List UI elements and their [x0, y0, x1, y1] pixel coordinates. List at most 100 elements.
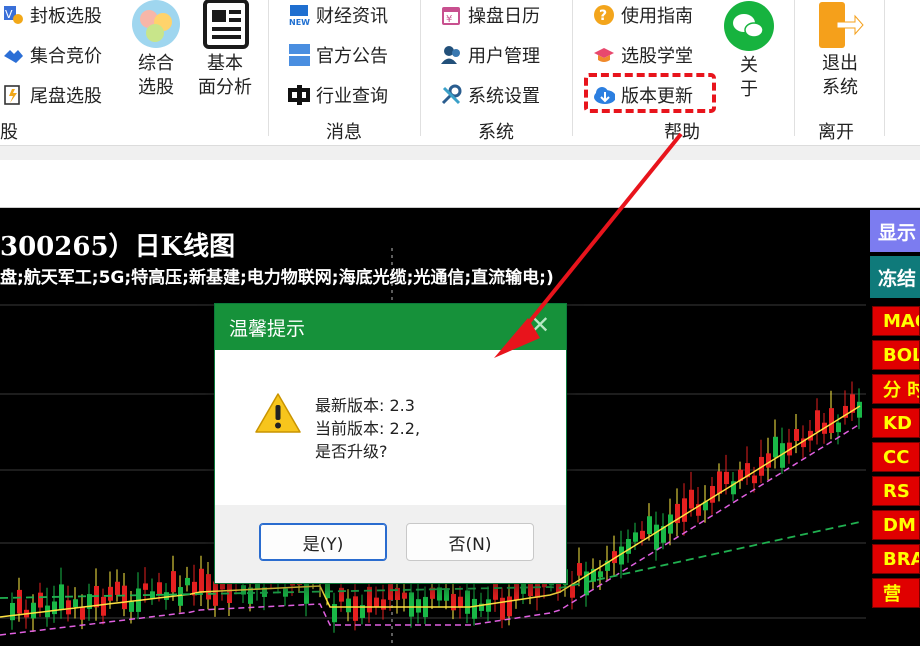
candle-body	[640, 530, 645, 539]
late-market-icon	[2, 84, 24, 106]
candle-body	[654, 524, 659, 550]
users-icon	[440, 44, 462, 66]
ribbon-item-user-guide[interactable]: ? 使用指南	[593, 2, 693, 28]
candle-body	[647, 516, 652, 535]
chart-title: 300265）日K线图	[0, 232, 236, 262]
candle-body	[157, 582, 162, 595]
ribbon-item-label: 行业查询	[316, 86, 388, 107]
composite-select-label-2: 选股	[138, 77, 174, 98]
version-update-highlight	[584, 73, 716, 113]
indicator-boll-button[interactable]: BOL	[872, 340, 920, 370]
svg-text:?: ?	[599, 8, 607, 24]
news-icon: NEW	[288, 4, 310, 26]
about-button[interactable]: 关 于	[722, 0, 776, 102]
indicator-revenue-button[interactable]: 营	[872, 578, 920, 608]
ribbon-item-late-stock[interactable]: 尾盘选股	[2, 82, 102, 108]
announcement-icon	[288, 44, 310, 66]
candle-body	[458, 596, 463, 608]
candle-body	[339, 587, 344, 602]
current-version-label: 当前版本:	[315, 419, 385, 438]
candle-body	[31, 602, 36, 619]
ribbon-item-user-management[interactable]: 用户管理	[440, 42, 540, 68]
candle-body	[171, 571, 176, 593]
indicator-timeshare-button[interactable]: 分 时	[872, 374, 920, 404]
close-icon[interactable]: ✕	[528, 313, 552, 338]
ribbon-item-trading-calendar[interactable]: ¥ 操盘日历	[440, 2, 540, 28]
candle-body	[437, 587, 442, 601]
yes-button[interactable]: 是(Y)	[259, 523, 387, 561]
indicator-dmi-button[interactable]: DM	[872, 510, 920, 540]
candle-body	[472, 598, 477, 619]
calendar-icon: ¥	[440, 4, 462, 26]
group-label-messages: 消息	[326, 122, 362, 143]
ribbon-item-label: 封板选股	[30, 6, 102, 27]
composite-select-label-1: 综合	[138, 53, 174, 74]
exit-system-button[interactable]: 退出 系统	[812, 0, 868, 100]
industry-icon	[288, 84, 310, 106]
svg-text:¥: ¥	[446, 14, 452, 25]
ribbon-item-stock-school[interactable]: 选股学堂	[593, 42, 693, 68]
candle-body	[73, 599, 78, 608]
candle-body	[836, 422, 841, 433]
about-label-2: 于	[740, 79, 758, 100]
candle-body	[52, 601, 57, 615]
candle-body	[10, 602, 15, 621]
candle-body	[122, 585, 127, 610]
ribbon-item-industry-query[interactable]: 行业查询	[288, 82, 388, 108]
indicator-panel: 显示 冻结 MAC BOL 分 时 KD CC RS DM BRA 营	[866, 208, 920, 646]
upgrade-prompt-dialog: 温馨提示 ✕ 最新版本: 2.3 当前版本: 2.2, 是否升级? 是(Y) 否…	[214, 303, 567, 584]
candle-body	[598, 571, 603, 578]
question-icon: ?	[593, 4, 615, 26]
group-label-system: 系统	[478, 122, 514, 143]
document-icon	[192, 0, 258, 52]
candle-body	[794, 429, 799, 441]
display-button[interactable]: 显示	[870, 210, 920, 252]
candle-body	[353, 596, 358, 621]
candle-body	[682, 498, 687, 522]
ribbon-bottom-strip	[0, 146, 920, 160]
candle-body	[416, 599, 421, 613]
dialog-titlebar: 温馨提示	[215, 304, 566, 350]
candle-body	[451, 593, 456, 611]
indicator-macd-button[interactable]: MAC	[872, 306, 920, 336]
indicator-cci-button[interactable]: CC	[872, 442, 920, 472]
latest-version-label: 最新版本:	[315, 396, 385, 415]
ribbon-item-finance-news[interactable]: NEW 财经资讯	[288, 2, 388, 28]
candle-body	[409, 592, 414, 617]
ribbon-separator	[794, 0, 795, 136]
candle-body	[66, 600, 71, 615]
app-window: V 封板选股 集合竞价 尾盘选股 股 综合 选股 基本 面分析 NEW 财经资讯…	[0, 0, 920, 646]
ribbon-item-label: 集合竞价	[30, 46, 102, 67]
freeze-button[interactable]: 冻结	[870, 256, 920, 298]
candle-body	[829, 408, 834, 433]
ribbon-item-label: 系统设置	[468, 86, 540, 107]
candle-body	[577, 563, 582, 576]
candle-body	[815, 410, 820, 432]
candle-body	[465, 590, 470, 614]
ribbon-item-seal-stock[interactable]: V 封板选股	[2, 2, 102, 28]
candle-body	[857, 401, 862, 418]
candle-body	[710, 486, 715, 503]
composite-select-button[interactable]: 综合 选股	[128, 0, 184, 100]
ribbon-item-official-announcement[interactable]: 官方公告	[288, 42, 388, 68]
fundamental-analysis-button[interactable]: 基本 面分析	[192, 0, 258, 100]
exit-door-icon	[812, 0, 868, 52]
candle-body	[752, 475, 757, 484]
ribbon-item-call-auction[interactable]: 集合竞价	[2, 42, 102, 68]
candle-body	[38, 592, 43, 608]
indicator-kdj-button[interactable]: KD	[872, 408, 920, 438]
candle-body	[773, 436, 778, 458]
ribbon-toolbar: V 封板选股 集合竞价 尾盘选股 股 综合 选股 基本 面分析 NEW 财经资讯…	[0, 0, 920, 146]
candle-body	[717, 471, 722, 494]
ribbon-item-system-settings[interactable]: 系统设置	[440, 82, 540, 108]
indicator-rsi-button[interactable]: RS	[872, 476, 920, 506]
current-version-line: 当前版本: 2.2,	[315, 417, 420, 440]
ribbon-separator	[420, 0, 421, 136]
no-button[interactable]: 否(N)	[406, 523, 534, 561]
address-bar	[0, 160, 920, 208]
indicator-brar-button[interactable]: BRA	[872, 544, 920, 574]
dialog-title: 温馨提示	[229, 317, 306, 340]
chart-concepts: 盘;航天军工;5G;特高压;新基建;电力物联网;海底光缆;光通信;直流输电;)	[0, 268, 554, 288]
candle-body	[381, 599, 386, 610]
candle-body	[178, 587, 183, 606]
